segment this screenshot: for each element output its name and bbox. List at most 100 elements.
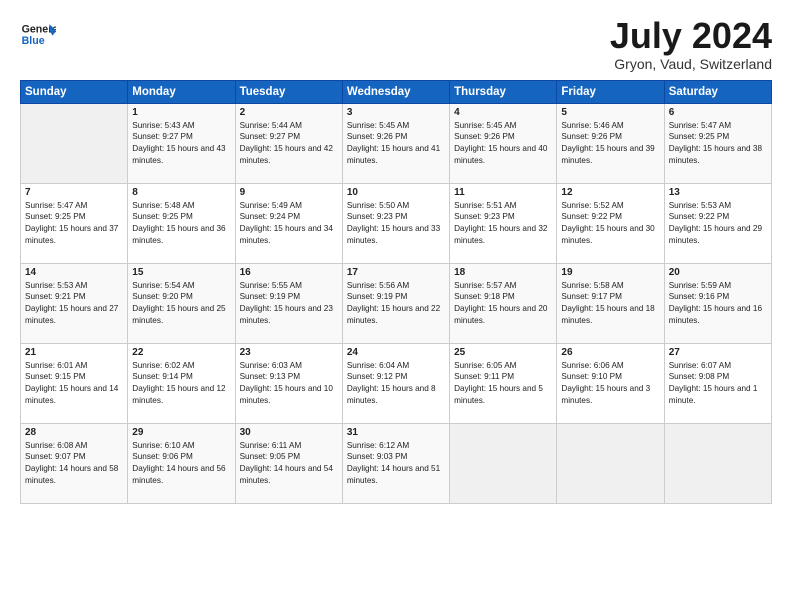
day-info: Sunrise: 6:12 AMSunset: 9:03 PMDaylight:…: [347, 440, 445, 488]
day-info: Sunrise: 5:53 AMSunset: 9:21 PMDaylight:…: [25, 280, 123, 328]
calendar-cell: 15Sunrise: 5:54 AMSunset: 9:20 PMDayligh…: [128, 263, 235, 343]
calendar-cell: 21 Sunrise: 6:01 AMSunset: 9:15 PMDayligh…: [21, 343, 128, 423]
calendar-title: July 2024: [610, 16, 772, 56]
calendar-body: 1 Sunrise: 5:43 AMSunset: 9:27 PMDaylight…: [21, 103, 772, 503]
day-number: 24: [347, 347, 445, 358]
day-info: Sunrise: 6:10 AMSunset: 9:06 PMDaylight:…: [132, 440, 230, 488]
calendar-cell: 29 Sunrise: 6:10 AMSunset: 9:06 PMDayligh…: [128, 423, 235, 503]
calendar-page: General Blue July 2024 Gryon, Vaud, Swit…: [0, 0, 792, 612]
day-number: 7: [25, 187, 123, 198]
day-number: 6: [669, 107, 767, 118]
calendar-cell: 22 Sunrise: 6:02 AMSunset: 9:14 PMDayligh…: [128, 343, 235, 423]
day-number: 21: [25, 347, 123, 358]
calendar-cell: 24 Sunrise: 6:04 AMSunset: 9:12 PMDayligh…: [342, 343, 449, 423]
day-info: Sunrise: 6:04 AMSunset: 9:12 PMDaylight:…: [347, 360, 445, 408]
calendar-cell: 27Sunrise: 6:07 AMSunset: 9:08 PMDayligh…: [664, 343, 771, 423]
day-number: 11: [454, 187, 552, 198]
calendar-cell: 1 Sunrise: 5:43 AMSunset: 9:27 PMDaylight…: [128, 103, 235, 183]
day-number: 30: [240, 427, 338, 438]
day-info: Sunrise: 5:49 AMSunset: 9:24 PMDaylight:…: [240, 200, 338, 248]
calendar-cell: [557, 423, 664, 503]
calendar-cell: 13 Sunrise: 5:53 AMSunset: 9:22 PMDayligh…: [664, 183, 771, 263]
day-number: 17: [347, 267, 445, 278]
day-number: 29: [132, 427, 230, 438]
calendar-cell: 31 Sunrise: 6:12 AMSunset: 9:03 PMDayligh…: [342, 423, 449, 503]
weekday-header-row: SundayMondayTuesdayWednesdayThursdayFrid…: [21, 80, 772, 103]
day-info: Sunrise: 6:07 AMSunset: 9:08 PMDaylight:…: [669, 360, 767, 408]
day-number: 18: [454, 267, 552, 278]
day-number: 4: [454, 107, 552, 118]
day-info: Sunrise: 6:03 AMSunset: 9:13 PMDaylight:…: [240, 360, 338, 408]
calendar-cell: 9 Sunrise: 5:49 AMSunset: 9:24 PMDaylight…: [235, 183, 342, 263]
logo-icon: General Blue: [20, 16, 56, 52]
calendar-cell: 10 Sunrise: 5:50 AMSunset: 9:23 PMDayligh…: [342, 183, 449, 263]
day-number: 3: [347, 107, 445, 118]
day-number: 5: [561, 107, 659, 118]
logo: General Blue: [20, 16, 56, 52]
calendar-cell: [450, 423, 557, 503]
calendar-cell: 7Sunrise: 5:47 AMSunset: 9:25 PMDaylight…: [21, 183, 128, 263]
day-number: 12: [561, 187, 659, 198]
calendar-cell: 2Sunrise: 5:44 AMSunset: 9:27 PMDaylight…: [235, 103, 342, 183]
day-info: Sunrise: 5:51 AMSunset: 9:23 PMDaylight:…: [454, 200, 552, 248]
calendar-cell: 4 Sunrise: 5:45 AMSunset: 9:26 PMDaylight…: [450, 103, 557, 183]
day-number: 15: [132, 267, 230, 278]
day-info: Sunrise: 5:53 AMSunset: 9:22 PMDaylight:…: [669, 200, 767, 248]
day-info: Sunrise: 5:46 AMSunset: 9:26 PMDaylight:…: [561, 120, 659, 168]
calendar-cell: 8 Sunrise: 5:48 AMSunset: 9:25 PMDaylight…: [128, 183, 235, 263]
day-number: 16: [240, 267, 338, 278]
day-info: Sunrise: 5:56 AMSunset: 9:19 PMDaylight:…: [347, 280, 445, 328]
weekday-header-cell: Monday: [128, 80, 235, 103]
day-number: 25: [454, 347, 552, 358]
day-number: 8: [132, 187, 230, 198]
day-number: 10: [347, 187, 445, 198]
day-number: 22: [132, 347, 230, 358]
day-number: 13: [669, 187, 767, 198]
calendar-cell: 18 Sunrise: 5:57 AMSunset: 9:18 PMDayligh…: [450, 263, 557, 343]
calendar-cell: 14 Sunrise: 5:53 AMSunset: 9:21 PMDayligh…: [21, 263, 128, 343]
calendar-cell: 17 Sunrise: 5:56 AMSunset: 9:19 PMDayligh…: [342, 263, 449, 343]
weekday-header-cell: Wednesday: [342, 80, 449, 103]
calendar-cell: 11 Sunrise: 5:51 AMSunset: 9:23 PMDayligh…: [450, 183, 557, 263]
calendar-cell: 20Sunrise: 5:59 AMSunset: 9:16 PMDayligh…: [664, 263, 771, 343]
day-info: Sunrise: 5:47 AMSunset: 9:25 PMDaylight:…: [669, 120, 767, 168]
day-number: 9: [240, 187, 338, 198]
calendar-cell: 12 Sunrise: 5:52 AMSunset: 9:22 PMDayligh…: [557, 183, 664, 263]
day-info: Sunrise: 5:57 AMSunset: 9:18 PMDaylight:…: [454, 280, 552, 328]
calendar-week-row: 21 Sunrise: 6:01 AMSunset: 9:15 PMDayligh…: [21, 343, 772, 423]
day-number: 1: [132, 107, 230, 118]
day-number: 28: [25, 427, 123, 438]
day-number: 31: [347, 427, 445, 438]
day-number: 14: [25, 267, 123, 278]
weekday-header-cell: Friday: [557, 80, 664, 103]
day-info: Sunrise: 5:59 AMSunset: 9:16 PMDaylight:…: [669, 280, 767, 328]
weekday-header-cell: Saturday: [664, 80, 771, 103]
day-info: Sunrise: 6:11 AMSunset: 9:05 PMDaylight:…: [240, 440, 338, 488]
weekday-header-cell: Sunday: [21, 80, 128, 103]
day-info: Sunrise: 5:45 AMSunset: 9:26 PMDaylight:…: [454, 120, 552, 168]
day-info: Sunrise: 5:48 AMSunset: 9:25 PMDaylight:…: [132, 200, 230, 248]
day-info: Sunrise: 5:44 AMSunset: 9:27 PMDaylight:…: [240, 120, 338, 168]
calendar-cell: 30 Sunrise: 6:11 AMSunset: 9:05 PMDayligh…: [235, 423, 342, 503]
svg-text:Blue: Blue: [22, 35, 45, 47]
weekday-header-cell: Tuesday: [235, 80, 342, 103]
day-info: Sunrise: 6:06 AMSunset: 9:10 PMDaylight:…: [561, 360, 659, 408]
calendar-week-row: 7Sunrise: 5:47 AMSunset: 9:25 PMDaylight…: [21, 183, 772, 263]
day-info: Sunrise: 5:43 AMSunset: 9:27 PMDaylight:…: [132, 120, 230, 168]
day-info: Sunrise: 6:02 AMSunset: 9:14 PMDaylight:…: [132, 360, 230, 408]
day-info: Sunrise: 5:45 AMSunset: 9:26 PMDaylight:…: [347, 120, 445, 168]
calendar-cell: 28 Sunrise: 6:08 AMSunset: 9:07 PMDayligh…: [21, 423, 128, 503]
calendar-cell: 3 Sunrise: 5:45 AMSunset: 9:26 PMDaylight…: [342, 103, 449, 183]
day-info: Sunrise: 5:50 AMSunset: 9:23 PMDaylight:…: [347, 200, 445, 248]
calendar-cell: 5 Sunrise: 5:46 AMSunset: 9:26 PMDaylight…: [557, 103, 664, 183]
day-number: 26: [561, 347, 659, 358]
calendar-subtitle: Gryon, Vaud, Switzerland: [610, 56, 772, 72]
calendar-cell: [21, 103, 128, 183]
calendar-week-row: 1 Sunrise: 5:43 AMSunset: 9:27 PMDaylight…: [21, 103, 772, 183]
calendar-cell: 25Sunrise: 6:05 AMSunset: 9:11 PMDayligh…: [450, 343, 557, 423]
day-info: Sunrise: 5:52 AMSunset: 9:22 PMDaylight:…: [561, 200, 659, 248]
day-info: Sunrise: 6:08 AMSunset: 9:07 PMDaylight:…: [25, 440, 123, 488]
calendar-cell: 16Sunrise: 5:55 AMSunset: 9:19 PMDayligh…: [235, 263, 342, 343]
calendar-cell: 23Sunrise: 6:03 AMSunset: 9:13 PMDayligh…: [235, 343, 342, 423]
day-info: Sunrise: 6:01 AMSunset: 9:15 PMDaylight:…: [25, 360, 123, 408]
